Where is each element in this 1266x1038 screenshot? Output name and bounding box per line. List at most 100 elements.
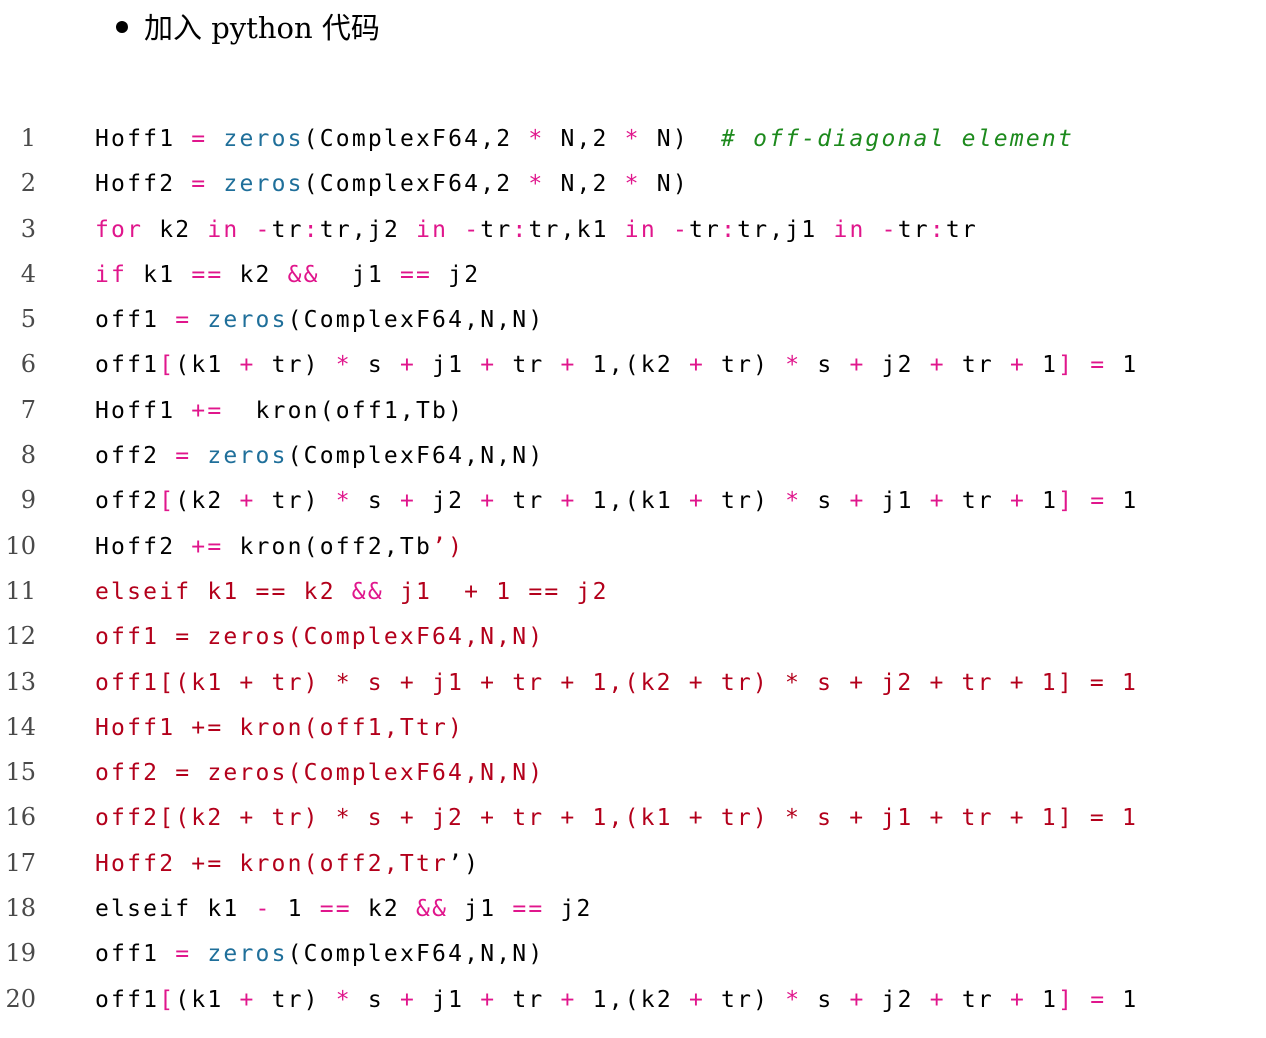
code-token: = <box>175 307 192 334</box>
code-token: zeros <box>223 171 304 198</box>
code-token: N,2 <box>544 126 625 152</box>
code-token: ’) <box>432 533 465 560</box>
code-token: off1 <box>95 307 176 334</box>
code-token: ] <box>1058 352 1075 379</box>
code-token: * <box>785 488 802 515</box>
code-token: + <box>560 488 577 515</box>
code-token: (k2 <box>175 488 240 515</box>
line-number: 10 <box>5 531 36 560</box>
code-token: tr,k1 <box>528 216 625 243</box>
code-token: + <box>560 986 577 1013</box>
code-token: tr <box>496 986 561 1013</box>
code-token: N) <box>640 171 689 198</box>
code-token: off1[(k1 + tr) * s + j1 + tr + 1,(k2 + t… <box>95 669 1139 696</box>
code-token: kron(off1,Tb) <box>223 397 465 424</box>
line-number: 17 <box>5 848 36 877</box>
code-token: == <box>319 896 352 923</box>
code-line: 12 off1 = zeros(ComplexF64,N,N) <box>0 616 1266 661</box>
code-text: elseif k1 == k2 && j1 + 1 == j2 <box>95 579 609 605</box>
code-token: + <box>1010 986 1027 1013</box>
code-token: j2 <box>544 896 593 923</box>
code-token: == <box>512 896 545 923</box>
code-token: Hoff2 <box>95 171 192 198</box>
code-token: k2 <box>351 896 417 923</box>
code-token: s <box>351 352 400 379</box>
code-token: tr) <box>255 986 336 1013</box>
code-line: 1 Hoff1 = zeros(ComplexF64,2 * N,2 * N) #… <box>0 118 1266 163</box>
code-line: 5 off1 = zeros(ComplexF64,N,N) <box>0 299 1266 344</box>
code-token: j2 <box>865 986 930 1013</box>
code-token: + <box>929 986 946 1013</box>
line-number: 2 <box>20 169 36 198</box>
code-token: j1 <box>416 352 481 379</box>
code-token: s <box>351 488 400 515</box>
code-token: = <box>191 126 208 152</box>
code-line: 16 off2[(k2 + tr) * s + j2 + tr + 1,(k1 +… <box>0 797 1266 842</box>
code-token: - <box>672 216 689 243</box>
code-token: zeros <box>207 307 288 334</box>
code-token: j1 <box>416 986 481 1013</box>
code-token: + <box>929 488 946 515</box>
code-token: * <box>785 986 802 1013</box>
code-token: if <box>95 261 128 288</box>
code-token: off2 = zeros(ComplexF64,N,N) <box>95 760 545 787</box>
code-token: * <box>624 126 641 152</box>
code-token: + <box>560 352 577 379</box>
code-token: Hoff1 += kron(off1,Ttr) <box>95 714 465 741</box>
code-token: 1,(k1 <box>576 488 689 515</box>
code-token: && <box>351 578 384 605</box>
code-token: 1 <box>1106 986 1139 1013</box>
code-token: + <box>849 352 866 379</box>
code-token: ] <box>1058 488 1075 515</box>
code-token: : <box>721 216 738 243</box>
code-token: tr,j1 <box>737 216 834 243</box>
code-token: 1,(k2 <box>576 352 689 379</box>
code-token: off1 <box>95 352 160 379</box>
code-token: : <box>303 216 320 243</box>
code-token: (k1 <box>175 986 240 1013</box>
code-token: (ComplexF64,2 <box>303 171 529 198</box>
code-token: + <box>480 986 497 1013</box>
code-line: 8 off2 = zeros(ComplexF64,N,N) <box>0 435 1266 480</box>
line-number: 16 <box>5 803 36 832</box>
code-line: 20 off1[(k1 + tr) * s + j1 + tr + 1,(k2 +… <box>0 979 1266 1024</box>
bullet-text: 加入 python 代码 <box>144 11 380 45</box>
code-token: tr) <box>255 352 336 379</box>
code-line: 15 off2 = zeros(ComplexF64,N,N) <box>0 752 1266 797</box>
code-text: off2[(k2 + tr) * s + j2 + tr + 1,(k1 + t… <box>95 488 1138 514</box>
code-token: += <box>191 397 224 424</box>
line-number: 19 <box>5 939 36 968</box>
code-token: k1 <box>127 261 192 288</box>
code-line: 6 off1[(k1 + tr) * s + j1 + tr + 1,(k2 + … <box>0 344 1266 389</box>
code-text: off1 = zeros(ComplexF64,N,N) <box>95 941 544 967</box>
code-token: + <box>464 578 481 605</box>
code-token: [ <box>159 352 176 379</box>
code-token: Hoff1 <box>95 126 192 152</box>
code-text: off2 = zeros(ComplexF64,N,N) <box>95 443 544 469</box>
code-token: (ComplexF64,2 <box>303 126 529 152</box>
code-token: k2 <box>143 216 208 243</box>
code-token: tr <box>897 216 930 243</box>
line-number: 13 <box>5 667 36 696</box>
code-token: tr <box>480 216 513 243</box>
code-line: 11 elseif k1 == k2 && j1 + 1 == j2 <box>0 571 1266 616</box>
code-token: * <box>785 352 802 379</box>
code-token: && <box>287 261 320 288</box>
code-token: 1,(k2 <box>576 986 689 1013</box>
code-token: j2 <box>865 352 930 379</box>
code-token: + <box>400 986 417 1013</box>
code-token: 1 <box>1026 986 1059 1013</box>
code-line: 4 if k1 == k2 && j1 == j2 <box>0 254 1266 299</box>
code-line: 2 Hoff2 = zeros(ComplexF64,2 * N,2 * N) <box>0 163 1266 208</box>
code-token: tr) <box>705 352 786 379</box>
code-token: j1 <box>383 578 465 605</box>
line-number: 18 <box>5 894 36 923</box>
code-token: [ <box>159 986 176 1013</box>
code-token: && <box>416 896 449 923</box>
bullet-icon <box>116 21 128 33</box>
line-number: 20 <box>5 984 36 1013</box>
